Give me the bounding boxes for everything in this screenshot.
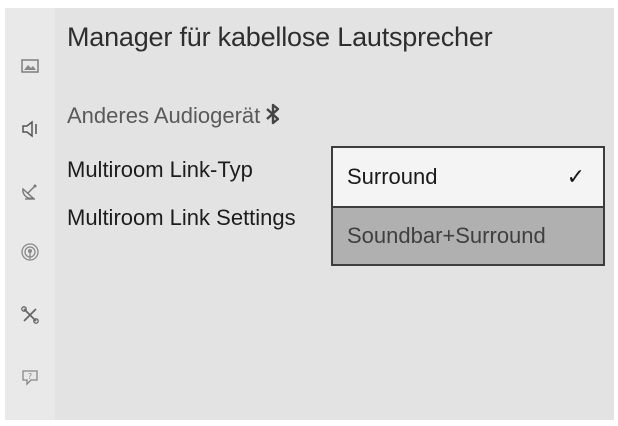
page-title: Manager für kabellose Lautsprecher [67,22,493,52]
menu-item-label: Multiroom Link-Typ [67,157,253,182]
tools-icon[interactable] [19,304,41,326]
dropdown-option-surround[interactable]: Surround ✓ [333,148,603,206]
speaker-icon[interactable] [19,118,41,140]
picture-icon[interactable] [19,55,41,77]
bluetooth-icon [263,102,283,132]
menu-item-multiroom-link-settings[interactable]: Multiroom Link Settings [67,205,296,231]
option-label: Surround [347,164,438,189]
support-icon[interactable]: ? [19,366,41,388]
link-type-dropdown[interactable]: Surround ✓ Soundbar+Surround [331,146,605,266]
broadcast-icon[interactable] [19,241,41,263]
satellite-dish-icon[interactable] [19,180,41,202]
dropdown-option-soundbar-surround[interactable]: Soundbar+Surround [333,206,603,264]
checkmark-icon: ✓ [566,164,585,189]
menu-item-multiroom-link-type[interactable]: Multiroom Link-Typ [67,157,253,183]
settings-screen: ? Manager für kabellose Lautsprecher And… [5,8,614,420]
sidebar: ? [5,8,55,420]
option-label: Soundbar+Surround [347,223,546,248]
svg-text:?: ? [28,372,32,381]
menu-item-other-audio-device[interactable]: Anderes Audiogerät [67,102,283,132]
menu-item-label: Multiroom Link Settings [67,205,296,230]
menu-item-label: Anderes Audiogerät [67,103,261,128]
